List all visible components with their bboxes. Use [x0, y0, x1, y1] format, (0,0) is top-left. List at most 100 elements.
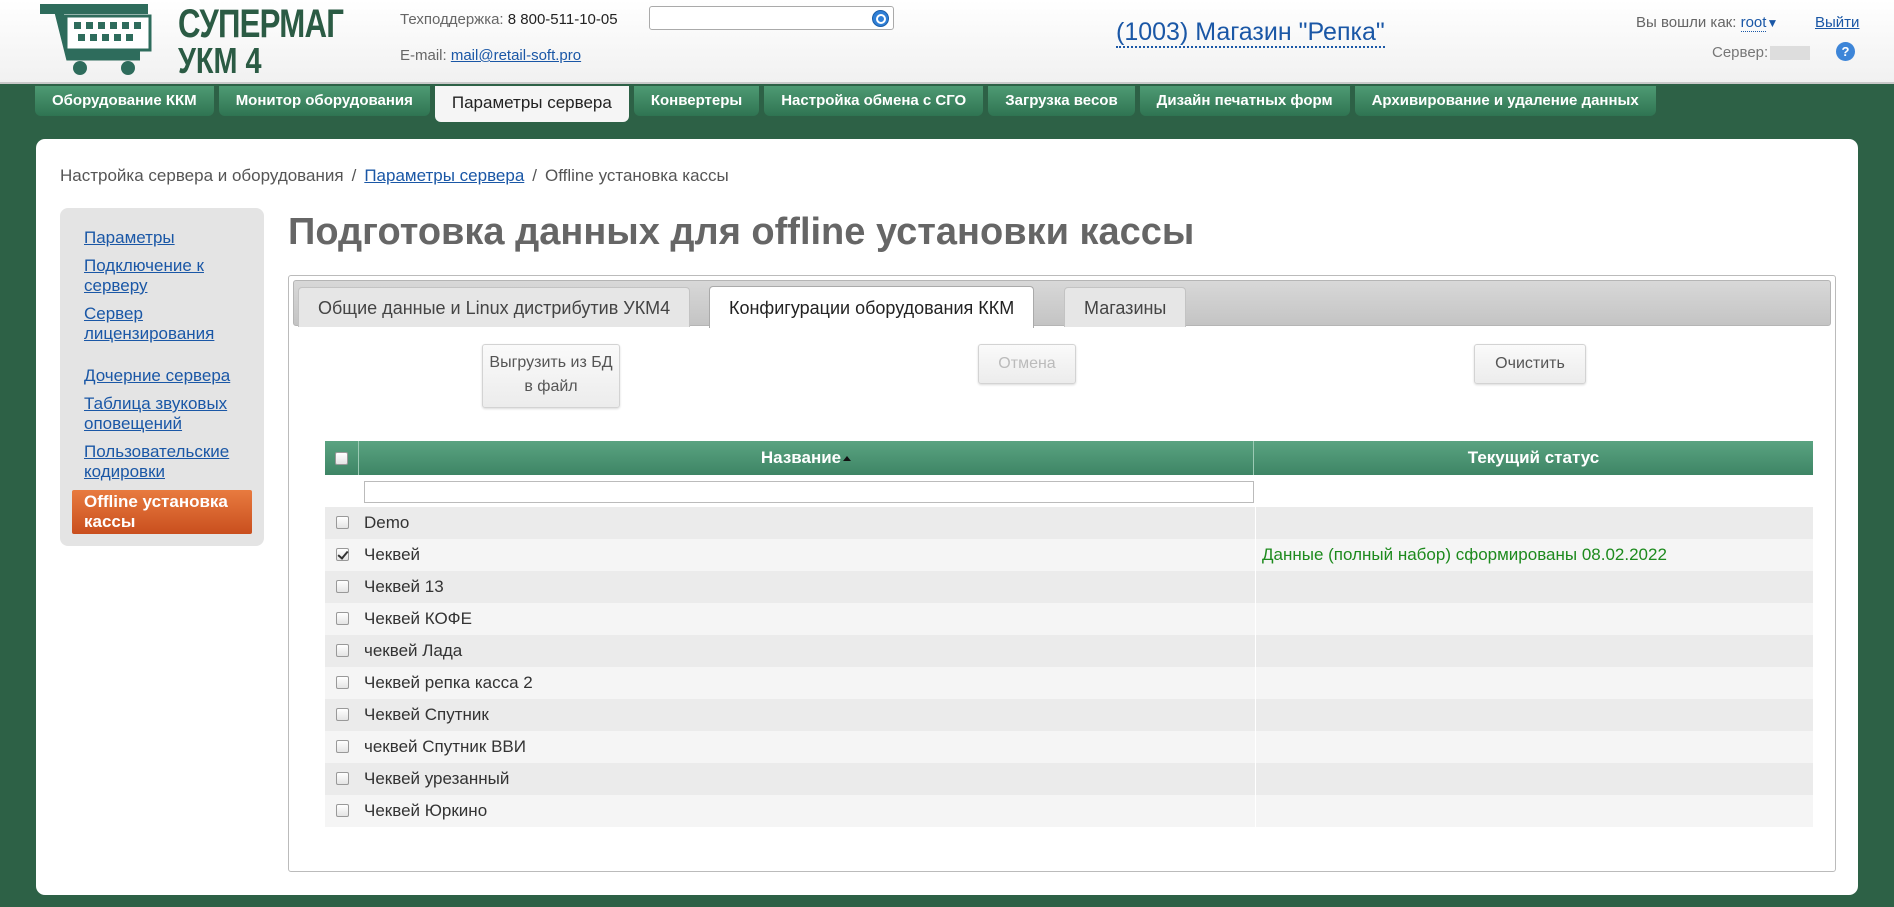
row-checkbox-cell — [325, 699, 359, 731]
column-name-label: Название — [760, 448, 842, 467]
name-filter-input[interactable] — [364, 481, 1254, 503]
table-row[interactable]: Чеквей Спутник — [325, 699, 1813, 731]
row-status: Данные (полный набор) сформированы 08.02… — [1255, 539, 1667, 571]
breadcrumb-sep: / — [532, 166, 538, 185]
nav-tab-converters[interactable]: Конвертеры — [633, 86, 760, 116]
chevron-down-icon[interactable]: ▼ — [1766, 16, 1778, 30]
table-row[interactable]: чеквей Лада — [325, 635, 1813, 667]
server-value — [1770, 46, 1811, 61]
row-checkbox[interactable] — [335, 580, 349, 594]
nav-tab-archive[interactable]: Архивирование и удаление данных — [1354, 86, 1656, 116]
tab-kkm-configs[interactable]: Конфигурации оборудования ККМ — [709, 286, 1035, 328]
row-checkbox[interactable] — [335, 676, 349, 690]
breadcrumb: Настройка сервера и оборудования / Парамет… — [60, 166, 729, 186]
sidebar-item-offline-install[interactable]: Offline установка кассы — [72, 490, 252, 534]
export-button-line2: в файл — [524, 378, 578, 395]
login-info: Вы вошли как: root▼ — [1636, 14, 1778, 32]
nav-tab-sgo-exchange[interactable]: Настройка обмена с СГО — [764, 86, 984, 116]
breadcrumb-parent-link[interactable]: Параметры сервера — [364, 166, 524, 185]
email-link[interactable]: mail@retail-soft.pro — [451, 47, 581, 64]
logo-line2: УКМ 4 — [178, 40, 262, 81]
row-checkbox[interactable] — [335, 644, 349, 658]
table-row[interactable]: Чеквей Данные (полный набор) сформирован… — [325, 539, 1813, 571]
sidebar-item-sound-alerts[interactable]: Таблица звуковых оповещений — [84, 394, 256, 434]
row-checkbox-cell — [325, 795, 359, 827]
sidebar-item-child-servers[interactable]: Дочерние сервера — [84, 366, 256, 386]
table-row[interactable]: Чеквей Юркино — [325, 795, 1813, 827]
nav-tab-scales-upload[interactable]: Загрузка весов — [988, 86, 1135, 116]
nav-tab-server-params[interactable]: Параметры сервера — [434, 86, 629, 122]
row-checkbox[interactable] — [335, 548, 349, 562]
row-checkbox-cell — [325, 635, 359, 667]
table-row[interactable]: Чеквей урезанный — [325, 763, 1813, 795]
table-row[interactable]: чеквей Спутник ВВИ — [325, 731, 1813, 763]
row-checkbox-cell — [325, 763, 359, 795]
row-status — [1255, 571, 1262, 603]
column-header-name[interactable]: Название — [359, 441, 1254, 475]
row-status — [1255, 731, 1262, 763]
tab-general-data[interactable]: Общие данные и Linux дистрибутив УКМ4 — [298, 287, 691, 327]
sidebar-item-parameters[interactable]: Параметры — [84, 228, 256, 248]
breadcrumb-root: Настройка сервера и оборудования — [60, 166, 344, 185]
nav-tab-equipment-monitor[interactable]: Монитор оборудования — [218, 86, 430, 116]
nav-tab-kkm-equipment[interactable]: Оборудование ККМ — [35, 86, 214, 116]
server-label: Сервер: — [1712, 44, 1769, 61]
email-info: E-mail: mail@retail-soft.pro — [400, 47, 581, 64]
help-icon[interactable]: ? — [1836, 42, 1855, 61]
row-name: Чеквей КОФЕ — [364, 609, 472, 628]
row-status — [1255, 763, 1262, 795]
row-checkbox[interactable] — [335, 772, 349, 786]
row-status — [1255, 699, 1262, 731]
grid-header: Название Текущий статус — [325, 441, 1813, 475]
breadcrumb-sep: / — [351, 166, 357, 185]
row-status — [1255, 635, 1262, 667]
breadcrumb-current: Offline установка кассы — [545, 166, 729, 185]
cancel-button[interactable]: Отмена — [978, 344, 1076, 384]
row-checkbox-cell — [325, 731, 359, 763]
table-row[interactable]: Чеквей репка касса 2 — [325, 667, 1813, 699]
support-phone: 8 800-511-10-05 — [507, 11, 618, 28]
row-checkbox[interactable] — [335, 708, 349, 722]
row-name: Чеквей репка касса 2 — [364, 673, 533, 692]
row-checkbox[interactable] — [335, 612, 349, 626]
row-name: Чеквей Спутник — [364, 705, 489, 724]
row-status — [1255, 507, 1262, 539]
tab-bar: Общие данные и Linux дистрибутив УКМ4 Ко… — [293, 280, 1831, 328]
sidebar-item-license-server[interactable]: Сервер лицензирования — [84, 304, 256, 344]
search-icon[interactable] — [872, 10, 889, 27]
logout-link[interactable]: Выйти — [1815, 14, 1859, 31]
sidebar-item-user-encodings[interactable]: Пользовательские кодировки — [84, 442, 256, 482]
row-name: Чеквей — [364, 545, 421, 564]
row-name: Чеквей 13 — [364, 577, 444, 596]
user-menu[interactable]: root — [1740, 14, 1767, 32]
clear-button[interactable]: Очистить — [1474, 344, 1586, 384]
row-name: Чеквей Юркино — [364, 801, 488, 820]
table-row[interactable]: Чеквей 13 — [325, 571, 1813, 603]
support-info: Техподдержка: 8 800-511-10-05 — [400, 11, 618, 28]
row-checkbox[interactable] — [335, 740, 349, 754]
column-header-status[interactable]: Текущий статус — [1254, 441, 1813, 475]
row-checkbox-cell — [325, 571, 359, 603]
row-status — [1255, 667, 1262, 699]
select-all-cell — [325, 441, 359, 475]
sidebar-item-server-connection[interactable]: Подключение к серверу — [84, 256, 256, 296]
cart-icon — [40, 4, 152, 75]
supermag-logo[interactable]: СУПЕРМАГ УКМ 4 — [40, 0, 344, 81]
export-to-file-button[interactable]: Выгрузить из БД в файл — [482, 344, 620, 408]
row-checkbox[interactable] — [335, 516, 349, 530]
select-all-checkbox[interactable] — [335, 452, 348, 466]
store-name-link[interactable]: (1003) Магазин "Репка" — [1116, 18, 1385, 48]
row-checkbox-cell — [325, 539, 359, 571]
search-box — [649, 6, 894, 30]
row-name: Demo — [364, 513, 410, 532]
nav-tab-print-design[interactable]: Дизайн печатных форм — [1139, 86, 1350, 116]
support-label: Техподдержка: — [400, 11, 504, 28]
sort-asc-icon — [843, 456, 852, 462]
search-input[interactable] — [654, 8, 864, 28]
row-checkbox[interactable] — [335, 804, 349, 818]
tab-stores[interactable]: Магазины — [1064, 287, 1187, 327]
table-row[interactable]: Demo — [325, 507, 1813, 539]
table-row[interactable]: Чеквей КОФЕ — [325, 603, 1813, 635]
filter-row — [325, 475, 1813, 507]
row-checkbox-cell — [325, 667, 359, 699]
